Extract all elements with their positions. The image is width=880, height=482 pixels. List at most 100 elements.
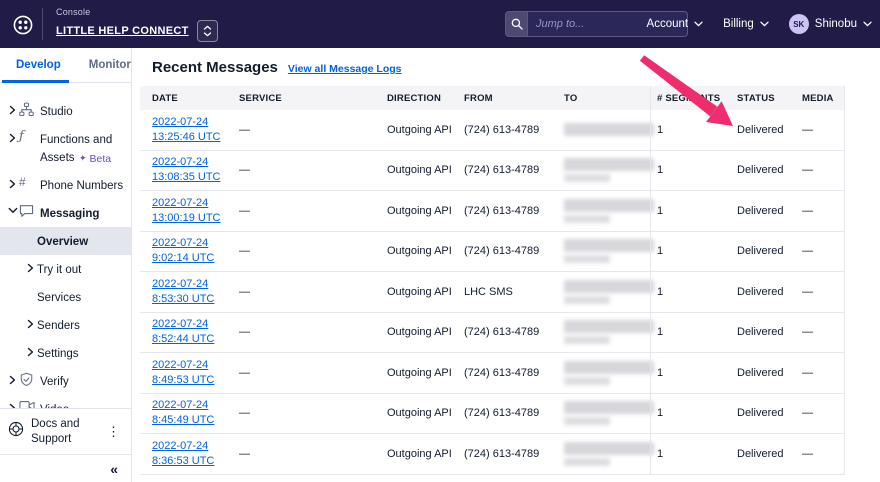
redacted-phone-blur [564, 158, 655, 182]
cell-status: Delivered [735, 245, 800, 257]
message-time-link[interactable]: 13:25:46 UTC [152, 130, 237, 145]
view-all-message-logs-link[interactable]: View all Message Logs [288, 63, 402, 75]
sidebar-item-studio[interactable]: Studio ✦ [0, 97, 131, 125]
sidebar-item-messaging[interactable]: Messaging ✦ [0, 199, 131, 227]
message-date-link[interactable]: 2022-07-24 [152, 155, 237, 170]
avatar: SK [789, 14, 809, 34]
cell-direction: Outgoing API [385, 124, 462, 136]
user-menu[interactable]: SK Shinobu [789, 14, 872, 34]
table-row: 2022-07-24 8:52:44 UTC — Outgoing API (7… [140, 313, 844, 354]
chevron-down-icon [863, 21, 872, 27]
cell-direction: Outgoing API [385, 164, 462, 176]
collapse-left-icon[interactable]: « [110, 461, 118, 477]
table-row: 2022-07-24 13:08:35 UTC — Outgoing API (… [140, 151, 844, 192]
cell-media: — [800, 407, 845, 419]
cell-media: — [800, 448, 845, 460]
console-page: Console LITTLE HELP CONNECT Account [0, 0, 880, 482]
cell-media: — [800, 124, 845, 136]
sidebar-item-video[interactable]: Video ✦ [0, 395, 131, 408]
cell-to [562, 280, 655, 304]
sidebar-item-verify[interactable]: Verify ✦ [0, 367, 131, 395]
redacted-phone-blur [564, 123, 655, 136]
message-date-link[interactable]: 2022-07-24 [152, 277, 237, 292]
cell-date: 2022-07-24 13:25:46 UTC [140, 115, 237, 145]
cell-service: — [237, 245, 385, 257]
account-menu[interactable]: Account [647, 18, 704, 30]
cell-service: — [237, 164, 385, 176]
redacted-phone-blur [564, 320, 655, 344]
cell-direction: Outgoing API [385, 407, 462, 419]
cell-status: Delivered [735, 367, 800, 379]
cell-service: — [237, 205, 385, 217]
message-time-link[interactable]: 8:53:30 UTC [152, 292, 237, 307]
cell-status: Delivered [735, 448, 800, 460]
redacted-phone-blur [564, 361, 655, 385]
table-row: 2022-07-24 13:00:19 UTC — Outgoing API (… [140, 191, 844, 232]
cell-direction: Outgoing API [385, 326, 462, 338]
message-time-link[interactable]: 13:00:19 UTC [152, 211, 237, 226]
message-time-link[interactable]: 13:08:35 UTC [152, 170, 237, 185]
header-divider [42, 8, 43, 40]
main-content: Recent Messages View all Message Logs DA… [133, 48, 880, 482]
beta-badge: ✦ Beta [79, 153, 111, 165]
cell-media: — [800, 164, 845, 176]
chevron-right-icon [6, 133, 19, 143]
sidebar-item-functions-assets[interactable]: ƒ Functions and Assets ✦ Beta [0, 125, 131, 171]
cell-direction: Outgoing API [385, 367, 462, 379]
sidebar-item-overview[interactable]: Overview ✦ [0, 227, 131, 255]
sidebar-item-label: Messaging [40, 208, 99, 220]
tab-develop[interactable]: Develop [14, 48, 63, 82]
table-row: 2022-07-24 8:36:53 UTC — Outgoing API (7… [140, 434, 844, 475]
message-date-link[interactable]: 2022-07-24 [152, 115, 237, 130]
cell-date: 2022-07-24 8:52:44 UTC [140, 317, 237, 347]
message-date-link[interactable]: 2022-07-24 [152, 236, 237, 251]
column-header-from: FROM [462, 93, 562, 104]
sidebar-item-label: Verify [40, 376, 69, 388]
cell-date: 2022-07-24 8:45:49 UTC [140, 398, 237, 428]
twilio-logo-icon[interactable] [8, 12, 38, 38]
recent-messages-table: DATE SERVICE DIRECTION FROM TO # SEGMENT… [140, 86, 845, 475]
help-ring-icon [8, 421, 24, 442]
message-date-link[interactable]: 2022-07-24 [152, 398, 237, 413]
cell-service: — [237, 326, 385, 338]
message-time-link[interactable]: 8:45:49 UTC [152, 413, 237, 428]
chevron-right-icon [6, 375, 19, 385]
docs-and-support[interactable]: Docs and Support ⋮ [0, 409, 131, 454]
table-row: 2022-07-24 13:25:46 UTC — Outgoing API (… [140, 110, 844, 151]
verify-icon [19, 372, 40, 387]
search-icon[interactable] [506, 12, 528, 36]
message-date-link[interactable]: 2022-07-24 [152, 439, 237, 454]
cell-from: (724) 613-4789 [462, 205, 562, 217]
tab-monitor[interactable]: Monitor [87, 48, 133, 82]
message-time-link[interactable]: 9:02:14 UTC [152, 251, 237, 266]
message-date-link[interactable]: 2022-07-24 [152, 317, 237, 332]
billing-menu[interactable]: Billing [723, 18, 769, 30]
cell-segments: 1 [655, 245, 735, 257]
message-date-link[interactable]: 2022-07-24 [152, 196, 237, 211]
cell-segments: 1 [655, 407, 735, 419]
message-date-link[interactable]: 2022-07-24 [152, 358, 237, 373]
top-navigation-bar: Console LITTLE HELP CONNECT Account [0, 0, 880, 48]
kebab-icon[interactable]: ⋮ [104, 424, 123, 440]
functions-icon: ƒ [19, 130, 40, 143]
message-time-link[interactable]: 8:36:53 UTC [152, 454, 237, 469]
cell-from: (724) 613-4789 [462, 367, 562, 379]
cell-status: Delivered [735, 286, 800, 298]
sidebar-item-settings[interactable]: Settings ✦ [0, 339, 131, 367]
sidebar-item-senders[interactable]: Senders ✦ [0, 311, 131, 339]
cell-media: — [800, 326, 845, 338]
account-name-link[interactable]: LITTLE HELP CONNECT [56, 25, 189, 37]
account-switcher-button[interactable] [197, 20, 218, 42]
sidebar-item-services[interactable]: Services ✦ [0, 283, 131, 311]
hash-icon: # [19, 176, 40, 189]
message-time-link[interactable]: 8:49:53 UTC [152, 373, 237, 388]
cell-from: (724) 613-4789 [462, 245, 562, 257]
column-header-status: STATUS [735, 93, 800, 104]
studio-icon [19, 102, 40, 117]
redacted-phone-blur [564, 280, 655, 304]
sidebar-item-phone-numbers[interactable]: # Phone Numbers ✦ [0, 171, 131, 199]
cell-segments: 1 [655, 164, 735, 176]
cell-status: Delivered [735, 124, 800, 136]
message-time-link[interactable]: 8:52:44 UTC [152, 332, 237, 347]
sidebar-item-try-it-out[interactable]: Try it out ✦ [0, 255, 131, 283]
